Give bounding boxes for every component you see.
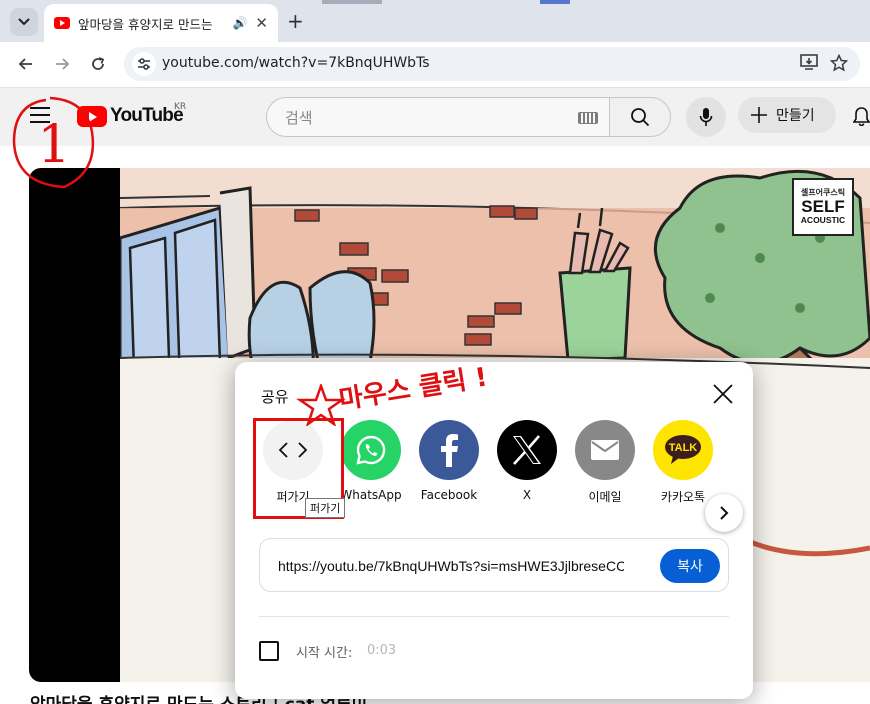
address-bar[interactable]: youtube.com/watch?v=7kBnqUHWbTs — [124, 47, 860, 81]
svg-text:TALK: TALK — [669, 442, 698, 454]
region-code: KR — [174, 102, 187, 112]
embed-tooltip: 퍼가기 — [305, 498, 346, 518]
share-next-button[interactable] — [705, 494, 743, 532]
share-dialog-title: 공유 — [261, 388, 289, 406]
watermark-main: SELF — [801, 196, 845, 216]
share-option-whatsapp[interactable]: WhatsApp — [334, 420, 408, 502]
share-url-input[interactable]: https://youtu.be/7kBnqUHWbTs?si=msHWE3Jj… — [278, 558, 624, 574]
reload-button[interactable] — [86, 52, 110, 76]
close-icon[interactable]: ✕ — [255, 14, 268, 32]
bell-icon[interactable] — [853, 106, 870, 126]
chevron-right-icon — [720, 506, 729, 520]
back-button[interactable] — [14, 52, 38, 76]
x-icon — [497, 420, 557, 480]
bookmark-star-icon[interactable] — [829, 53, 849, 77]
share-url-box: https://youtu.be/7kBnqUHWbTs?si=msHWE3Jj… — [259, 538, 729, 592]
youtube-favicon-icon — [54, 17, 70, 29]
voice-search-button[interactable] — [686, 97, 726, 137]
tab-strip-edge — [322, 0, 382, 4]
chevron-down-icon — [18, 18, 30, 26]
tab-title: 앞마당을 휴양지로 만드는 — [78, 16, 213, 32]
youtube-play-logo-icon — [77, 105, 107, 127]
search-placeholder: 검색 — [285, 109, 313, 127]
kakaotalk-icon: TALK — [653, 420, 713, 480]
new-tab-button[interactable]: + — [287, 9, 304, 33]
channel-watermark: 셀프어쿠스틱 SELF ACOUSTIC — [792, 178, 854, 236]
share-option-label: 이메일 — [588, 490, 622, 504]
start-time-checkbox[interactable] — [259, 641, 279, 661]
arrow-left-icon — [18, 58, 32, 70]
share-dialog: 공유 퍼가기 퍼가기 WhatsApp Facebook X 이메일 TALK … — [235, 362, 753, 699]
keyboard-icon[interactable] — [578, 112, 598, 124]
start-time-input[interactable]: 0:03 — [367, 643, 396, 658]
logo-text: YouTube — [110, 105, 184, 126]
search-button[interactable] — [609, 97, 671, 137]
whatsapp-icon — [341, 420, 401, 480]
share-option-facebook[interactable]: Facebook — [412, 420, 486, 502]
copy-button[interactable]: 복사 — [660, 549, 720, 583]
arrow-right-icon — [56, 58, 70, 70]
forward-button[interactable] — [50, 52, 74, 76]
facebook-icon — [419, 420, 479, 480]
browser-tab-active[interactable]: 앞마당을 휴양지로 만드는 🔊 ✕ — [44, 4, 278, 42]
microphone-icon — [699, 108, 713, 126]
email-icon — [575, 420, 635, 480]
tab-search-button[interactable] — [10, 8, 38, 36]
close-icon[interactable] — [709, 380, 737, 408]
browser-tab-strip: 앞마당을 휴양지로 만드는 🔊 ✕ + — [0, 0, 870, 42]
tab-strip-edge — [540, 0, 570, 4]
share-option-kakaotalk[interactable]: TALK 카카오톡 — [646, 420, 720, 505]
menu-hamburger-icon[interactable] — [30, 107, 50, 123]
share-option-label: X — [522, 488, 532, 502]
install-app-icon[interactable] — [800, 54, 818, 75]
search-icon — [631, 108, 650, 127]
share-option-label: Facebook — [420, 488, 478, 502]
dialog-divider — [259, 616, 729, 617]
create-label: 만들기 — [776, 108, 815, 124]
search-input[interactable]: 검색 — [266, 97, 610, 137]
browser-toolbar: youtube.com/watch?v=7kBnqUHWbTs — [0, 42, 870, 88]
speaker-icon[interactable]: 🔊 — [232, 16, 247, 30]
start-time-label: 시작 시간: — [296, 646, 353, 661]
plus-icon — [751, 107, 767, 123]
youtube-header: YouTube KR 검색 만들기 — [0, 88, 870, 146]
reload-icon — [92, 57, 105, 70]
youtube-logo[interactable]: YouTube — [77, 105, 184, 127]
create-button[interactable]: 만들기 — [738, 97, 836, 133]
url-text[interactable]: youtube.com/watch?v=7kBnqUHWbTs — [162, 55, 430, 71]
site-info-icon[interactable] — [132, 52, 156, 76]
watermark-bottom: ACOUSTIC — [800, 214, 846, 225]
share-option-email[interactable]: 이메일 — [568, 420, 642, 505]
share-option-x[interactable]: X — [490, 420, 564, 502]
